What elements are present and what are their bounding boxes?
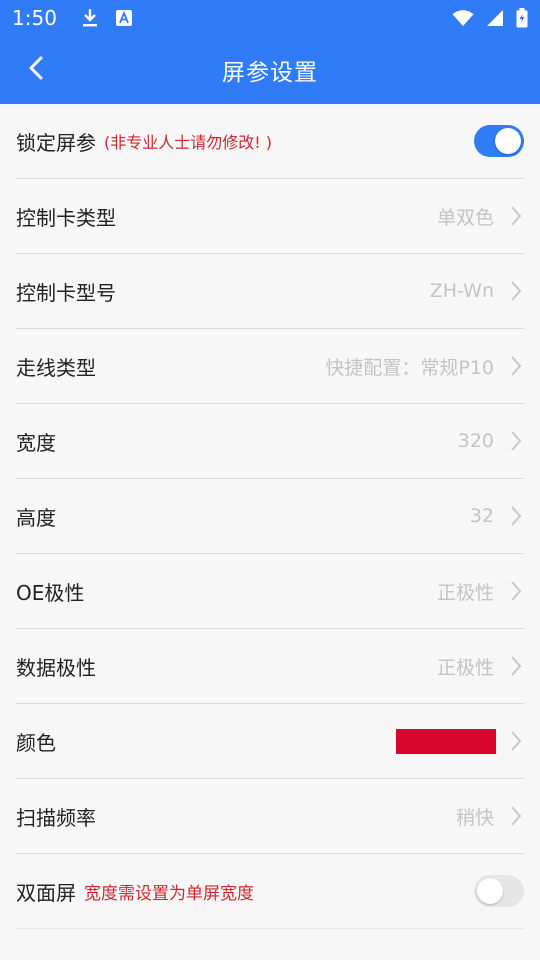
signal-icon bbox=[486, 9, 504, 27]
warning-text: 宽度需设置为单屏宽度 bbox=[84, 883, 254, 904]
row-value: 正极性 bbox=[436, 656, 494, 679]
row-label: 数据极性 bbox=[16, 655, 96, 680]
row-label: 走线类型 bbox=[16, 355, 96, 380]
row-width[interactable]: 宽度 320 bbox=[16, 404, 524, 479]
back-button[interactable] bbox=[22, 56, 50, 84]
row-label: 高度 bbox=[16, 505, 56, 530]
battery-icon bbox=[516, 8, 528, 28]
row-label: 锁定屏参 bbox=[16, 130, 96, 155]
row-wiring-type[interactable]: 走线类型 快捷配置：常规P10 bbox=[16, 329, 524, 404]
row-value: 快捷配置：常规P10 bbox=[325, 356, 494, 379]
row-label: 双面屏 bbox=[16, 880, 76, 905]
row-height[interactable]: 高度 32 bbox=[16, 479, 524, 554]
app-bar: 屏参设置 bbox=[0, 36, 540, 104]
row-value: 单双色 bbox=[436, 206, 494, 229]
row-value: 320 bbox=[457, 430, 494, 452]
row-value: 32 bbox=[469, 505, 494, 527]
status-bar: 1:50 bbox=[0, 0, 540, 36]
row-label: 控制卡类型 bbox=[16, 205, 116, 230]
back-chevron-icon bbox=[28, 56, 44, 84]
row-card-type[interactable]: 控制卡类型 单双色 bbox=[16, 179, 524, 254]
row-double-sided: 双面屏 宽度需设置为单屏宽度 bbox=[16, 854, 524, 929]
chevron-right-icon bbox=[508, 505, 524, 527]
row-label: 颜色 bbox=[16, 730, 56, 755]
settings-list: 锁定屏参 (非专业人士请勿修改! ) 控制卡类型 单双色 控制卡型号 ZH-Wn… bbox=[0, 104, 540, 929]
chevron-right-icon bbox=[508, 280, 524, 302]
lock-params-toggle[interactable] bbox=[474, 125, 524, 157]
row-label: OE极性 bbox=[16, 580, 85, 605]
warning-text: (非专业人士请勿修改! ) bbox=[104, 133, 272, 152]
row-lock-params: 锁定屏参 (非专业人士请勿修改! ) bbox=[16, 104, 524, 179]
row-value: ZH-Wn bbox=[429, 280, 494, 302]
row-value: 正极性 bbox=[436, 581, 494, 604]
row-oe-polarity[interactable]: OE极性 正极性 bbox=[16, 554, 524, 629]
chevron-right-icon bbox=[508, 205, 524, 227]
chevron-right-icon bbox=[508, 805, 524, 827]
chevron-right-icon bbox=[508, 730, 524, 752]
row-label: 控制卡型号 bbox=[16, 280, 116, 305]
status-time: 1:50 bbox=[12, 6, 57, 30]
download-icon bbox=[81, 8, 99, 28]
row-label: 宽度 bbox=[16, 430, 56, 455]
wifi-icon bbox=[452, 9, 474, 27]
chevron-right-icon bbox=[508, 655, 524, 677]
chevron-right-icon bbox=[508, 355, 524, 377]
page-title: 屏参设置 bbox=[222, 60, 318, 86]
row-card-model[interactable]: 控制卡型号 ZH-Wn bbox=[16, 254, 524, 329]
row-label: 扫描频率 bbox=[16, 805, 96, 830]
row-scan-rate[interactable]: 扫描频率 稍快 bbox=[16, 779, 524, 854]
chevron-right-icon bbox=[508, 430, 524, 452]
row-data-polarity[interactable]: 数据极性 正极性 bbox=[16, 629, 524, 704]
chevron-right-icon bbox=[508, 580, 524, 602]
color-swatch bbox=[396, 728, 496, 754]
row-value: 稍快 bbox=[455, 806, 494, 829]
double-sided-toggle[interactable] bbox=[474, 875, 524, 907]
row-color[interactable]: 颜色 bbox=[16, 704, 524, 779]
a-icon bbox=[115, 9, 133, 27]
